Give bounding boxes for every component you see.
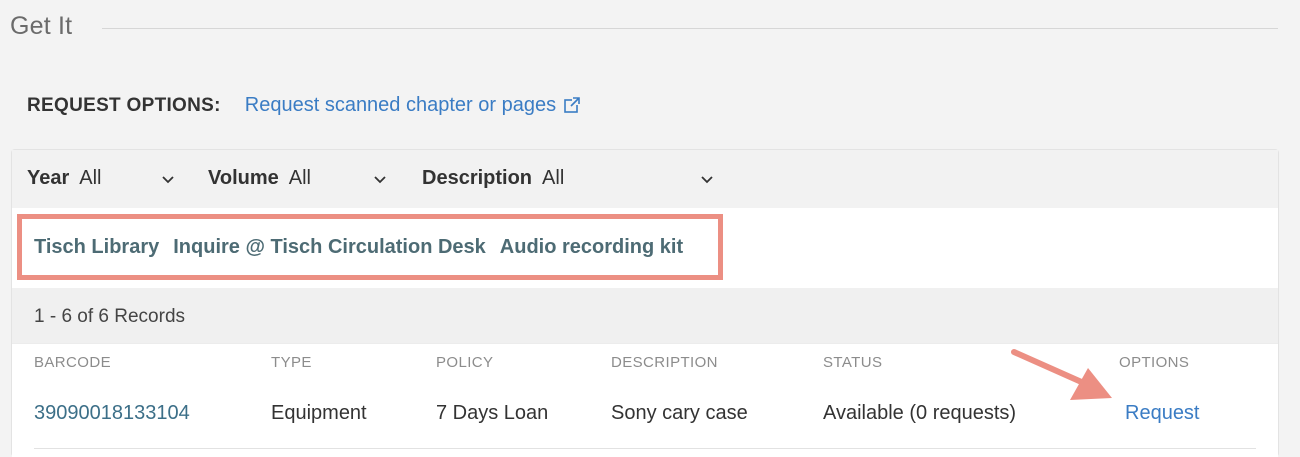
filter-bar: Year All Volume All Description All — [12, 150, 1278, 208]
section-header: Get It — [10, 8, 1278, 44]
arrow-annotation-icon — [1011, 349, 1112, 400]
request-button[interactable]: Request — [1125, 402, 1200, 425]
request-scanned-link[interactable]: Request scanned chapter or pages — [245, 94, 581, 117]
description-filter[interactable]: Description All — [422, 167, 722, 190]
description-filter-value: All — [542, 167, 565, 189]
holdings-panel: Year All Volume All Description All Tisc… — [11, 149, 1279, 457]
description-filter-label: Description — [422, 167, 533, 189]
location-info: Tisch Library Inquire @ Tisch Circulatio… — [34, 236, 683, 259]
year-filter[interactable]: Year All — [27, 167, 185, 190]
year-filter-label: Year — [27, 167, 70, 189]
year-filter-value: All — [79, 167, 102, 189]
cell-policy: 7 Days Loan — [436, 402, 549, 424]
request-options: REQUEST OPTIONS: Request scanned chapter… — [27, 94, 581, 117]
volume-filter-value: All — [288, 167, 311, 189]
header-description: DESCRIPTION — [611, 354, 718, 371]
location-item: Audio recording kit — [499, 236, 684, 258]
request-scanned-link-label: Request scanned chapter or pages — [244, 94, 557, 116]
cell-description: Sony cary case — [611, 402, 748, 424]
volume-filter-label: Volume — [208, 167, 279, 189]
header-policy: POLICY — [436, 354, 494, 371]
chevron-down-icon — [701, 176, 713, 184]
header-type: TYPE — [271, 354, 312, 371]
header-barcode: BARCODE — [34, 354, 111, 371]
cell-type: Equipment — [271, 402, 367, 424]
external-link-icon — [564, 96, 581, 113]
barcode-link[interactable]: 39090018133104 — [34, 402, 190, 425]
chevron-down-icon — [374, 176, 386, 184]
records-count: 1 - 6 of 6 Records — [34, 306, 186, 327]
row-divider — [34, 448, 1256, 449]
request-options-label: REQUEST OPTIONS: — [27, 94, 221, 116]
section-divider — [102, 27, 1278, 29]
section-title: Get It — [10, 11, 73, 40]
header-options: OPTIONS — [1119, 354, 1190, 371]
location-library: Tisch Library — [34, 236, 160, 258]
location-desk: Inquire @ Tisch Circulation Desk — [173, 236, 486, 258]
location-bar: Tisch Library Inquire @ Tisch Circulatio… — [12, 208, 1278, 288]
volume-filter[interactable]: Volume All — [208, 167, 398, 190]
cell-status: Available (0 requests) — [823, 402, 1017, 424]
chevron-down-icon — [162, 176, 174, 184]
header-status: STATUS — [823, 354, 883, 371]
